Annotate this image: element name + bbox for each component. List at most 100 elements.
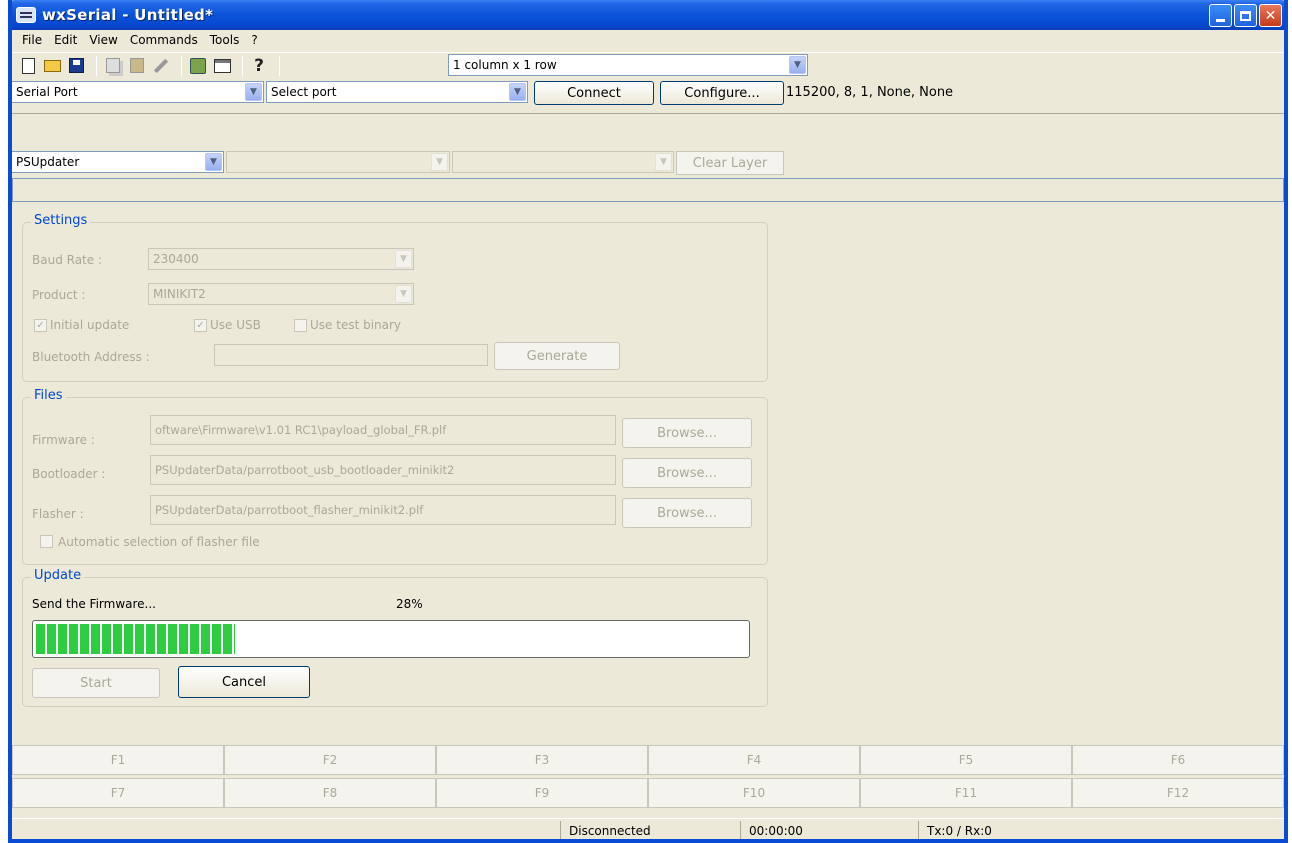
new-button[interactable]	[18, 56, 38, 76]
product-label: Product :	[32, 288, 86, 302]
plugin-select-value: PSUpdater	[16, 155, 80, 169]
fkey-f7[interactable]: F7	[12, 778, 224, 808]
chevron-down-icon: ▼	[789, 56, 806, 74]
traffic-counter: Tx:0 / Rx:0	[918, 821, 1284, 839]
bootloader-browse-button[interactable]: Browse...	[622, 458, 752, 488]
copy-icon	[106, 58, 120, 73]
status-bar: Disconnected 00:00:00 Tx:0 / Rx:0	[12, 818, 1284, 839]
menu-bar: File Edit View Commands Tools ?	[12, 30, 1284, 50]
port-type-value: Serial Port	[16, 85, 78, 99]
new-icon	[21, 57, 35, 74]
toolbar-separator	[181, 55, 182, 76]
flasher-browse-button[interactable]: Browse...	[622, 498, 752, 528]
fkey-f10[interactable]: F10	[648, 778, 860, 808]
initial-update-checkbox[interactable]: ✓	[34, 319, 47, 332]
menu-view[interactable]: View	[83, 33, 123, 47]
use-usb-label: Use USB	[210, 318, 261, 332]
start-button[interactable]: Start	[32, 668, 160, 698]
close-button[interactable]: ✕	[1259, 4, 1282, 27]
maximize-button[interactable]	[1234, 4, 1257, 27]
fkey-f8[interactable]: F8	[224, 778, 436, 808]
copy-button[interactable]	[103, 56, 123, 76]
open-icon	[43, 59, 61, 72]
fkey-f2[interactable]: F2	[224, 745, 436, 775]
configure-icon	[190, 57, 206, 74]
menu-tools[interactable]: Tools	[204, 33, 246, 47]
menu-edit[interactable]: Edit	[48, 33, 83, 47]
connect-button[interactable]: Connect	[534, 81, 654, 105]
fkey-f12[interactable]: F12	[1072, 778, 1284, 808]
flasher-path-input[interactable]: PSUpdaterData/parrotboot_flasher_minikit…	[150, 495, 616, 525]
save-button[interactable]	[66, 56, 86, 76]
fkey-f6[interactable]: F6	[1072, 745, 1284, 775]
firmware-path-input[interactable]: oftware\Firmware\v1.01 RC1\payload_globa…	[150, 415, 616, 445]
toolbar-separator	[96, 55, 97, 76]
layer-select[interactable]: ▼	[226, 151, 450, 173]
configure-button[interactable]: Configure...	[660, 81, 784, 105]
product-select[interactable]: MINIKIT2 ▼	[148, 283, 414, 305]
paste-button[interactable]	[127, 56, 147, 76]
toolbar-separator	[279, 55, 280, 76]
terminal-button[interactable]	[212, 56, 232, 76]
app-window: wxSerial - Untitled* ✕ File Edit View Co…	[8, 0, 1288, 843]
baud-rate-value: 230400	[153, 252, 199, 266]
edit-button[interactable]	[151, 56, 171, 76]
serial-port-icon	[16, 7, 36, 23]
menu-help[interactable]: ?	[245, 33, 263, 47]
generate-button[interactable]: Generate	[494, 342, 620, 370]
chevron-down-icon: ▼	[431, 153, 448, 171]
layout-select[interactable]: 1 column x 1 row ▼	[448, 54, 808, 76]
menu-file[interactable]: File	[16, 33, 48, 47]
sublayer-select[interactable]: ▼	[452, 151, 674, 173]
use-usb-checkbox[interactable]: ✓	[194, 319, 207, 332]
bootloader-label: Bootloader :	[32, 467, 106, 481]
minimize-icon	[1216, 18, 1225, 22]
help-button[interactable]: ?	[249, 56, 269, 76]
help-icon: ?	[254, 55, 264, 76]
bluetooth-address-input[interactable]	[214, 344, 488, 366]
plugin-select[interactable]: PSUpdater ▼	[12, 151, 224, 173]
serial-settings-text: 115200, 8, 1, None, None	[786, 85, 954, 100]
window-title: wxSerial - Untitled*	[42, 6, 214, 24]
port-select-value: Select port	[271, 85, 337, 99]
port-type-select[interactable]: Serial Port ▼	[12, 81, 264, 103]
chevron-down-icon: ▼	[245, 83, 262, 101]
firmware-label: Firmware :	[32, 433, 95, 447]
paste-icon	[130, 58, 144, 73]
chevron-down-icon: ▼	[655, 153, 672, 171]
check-icon: ✓	[196, 320, 205, 331]
toolbar-separator	[242, 55, 243, 76]
bootloader-path-input[interactable]: PSUpdaterData/parrotboot_usb_bootloader_…	[150, 455, 616, 485]
connection-status: Disconnected	[560, 821, 738, 839]
layer-bar	[12, 113, 1284, 139]
menu-commands[interactable]: Commands	[124, 33, 204, 47]
title-bar[interactable]: wxSerial - Untitled* ✕	[12, 0, 1284, 30]
save-icon	[68, 58, 84, 73]
layout-select-value: 1 column x 1 row	[453, 58, 557, 72]
fkey-f4[interactable]: F4	[648, 745, 860, 775]
auto-flasher-checkbox[interactable]	[40, 535, 53, 548]
fkey-f1[interactable]: F1	[12, 745, 224, 775]
port-select[interactable]: Select port ▼	[266, 81, 528, 103]
fkey-f9[interactable]: F9	[436, 778, 648, 808]
maximize-icon	[1240, 10, 1251, 21]
use-test-binary-checkbox[interactable]	[294, 319, 307, 332]
product-value: MINIKIT2	[153, 287, 206, 301]
cancel-button[interactable]: Cancel	[178, 666, 310, 698]
fkey-f3[interactable]: F3	[436, 745, 648, 775]
flasher-label: Flasher :	[32, 507, 84, 521]
fkey-f11[interactable]: F11	[860, 778, 1072, 808]
firmware-browse-button[interactable]: Browse...	[622, 418, 752, 448]
use-test-binary-label: Use test binary	[310, 318, 402, 332]
update-percent-text: 28%	[396, 597, 423, 611]
terminal-icon	[213, 58, 231, 73]
open-button[interactable]	[42, 56, 62, 76]
files-title: Files	[31, 388, 66, 403]
minimize-button[interactable]	[1209, 4, 1232, 27]
configure-tool-button[interactable]	[188, 56, 208, 76]
auto-flasher-label: Automatic selection of flasher file	[58, 535, 260, 549]
clear-layer-button[interactable]: Clear Layer	[676, 151, 784, 175]
fkey-f5[interactable]: F5	[860, 745, 1072, 775]
progress-fill	[36, 624, 235, 654]
baud-rate-select[interactable]: 230400 ▼	[148, 248, 414, 270]
